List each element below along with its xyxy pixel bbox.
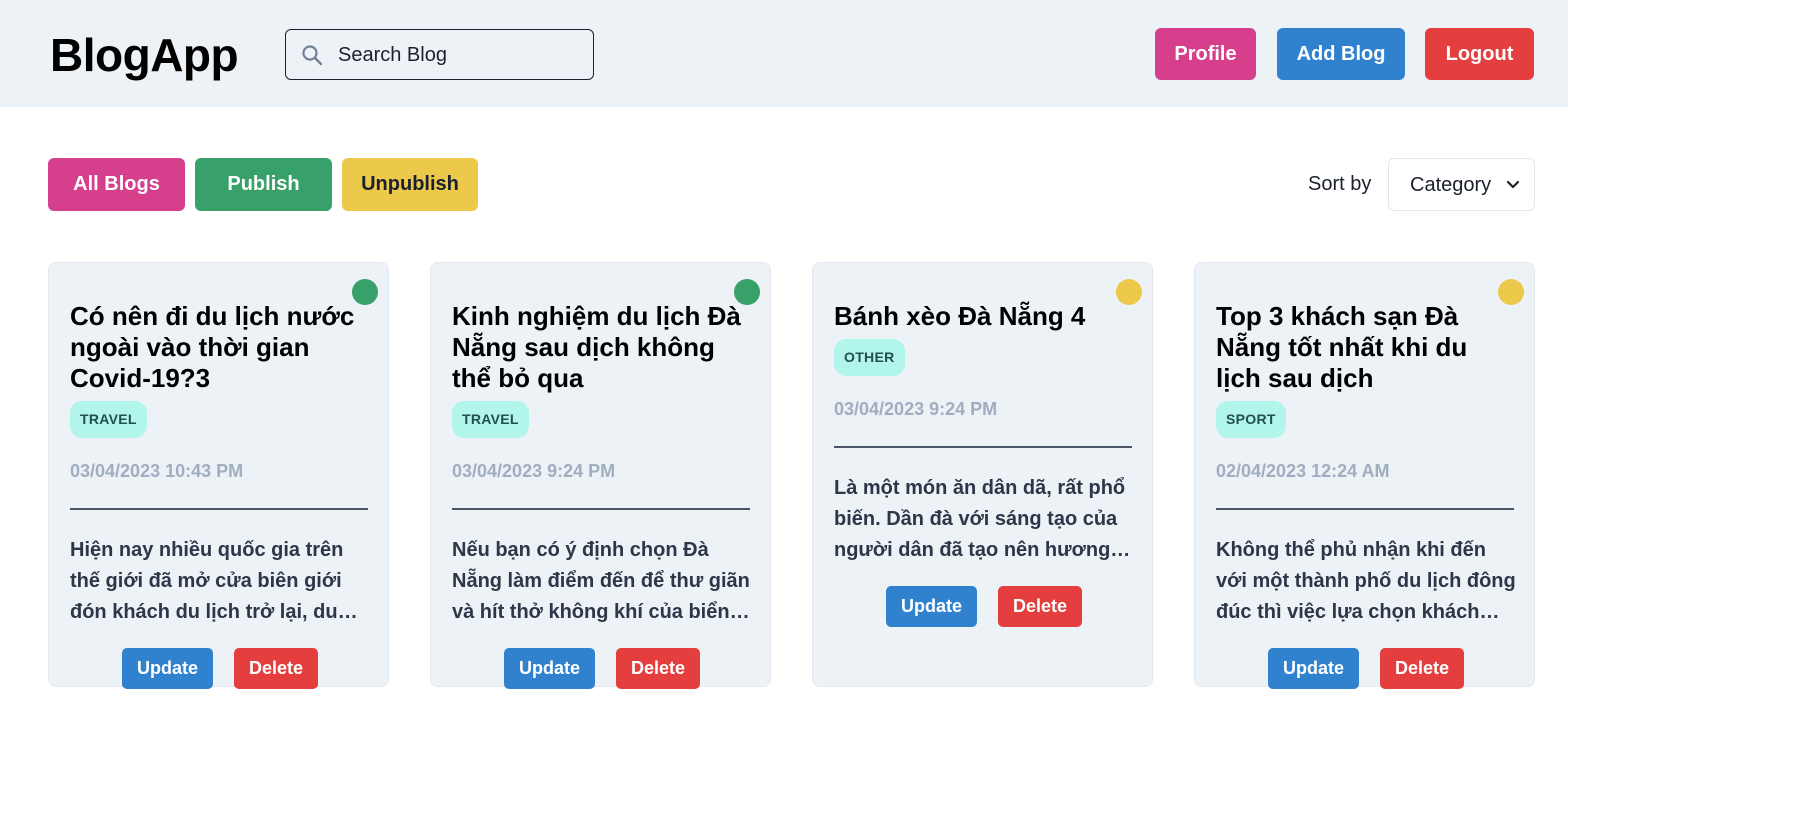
category-badge: TRAVEL [452, 401, 529, 438]
blog-card: Bánh xèo Đà Nẵng 4 OTHER 03/04/2023 9:24… [812, 262, 1153, 687]
update-button[interactable]: Update [122, 648, 213, 689]
blog-description: Là một món ăn dân dã, rất phổ biến. Dần … [834, 477, 1133, 561]
delete-button[interactable]: Delete [998, 586, 1082, 627]
blog-title: Kinh nghiệm du lịch Đà Nẵng sau dịch khô… [452, 301, 741, 393]
top-navbar: BlogApp Profile Add Blog Logout [0, 0, 1568, 107]
update-button[interactable]: Update [886, 586, 977, 627]
blog-date: 03/04/2023 9:24 PM [452, 461, 616, 481]
delete-button[interactable]: Delete [234, 648, 318, 689]
blog-description: Không thể phủ nhận khi đến với một thành… [1216, 539, 1516, 623]
update-button[interactable]: Update [504, 648, 595, 689]
divider [70, 508, 368, 510]
divider [834, 446, 1132, 448]
blog-card: Có nên đi du lịch nước ngoài vào thời gi… [48, 262, 389, 689]
blog-title: Bánh xèo Đà Nẵng 4 [834, 301, 1086, 331]
delete-button[interactable]: Delete [616, 648, 700, 689]
divider [452, 508, 750, 510]
blog-date: 02/04/2023 12:24 AM [1216, 461, 1390, 481]
search-input[interactable] [338, 40, 578, 70]
blog-description: Hiện nay nhiều quốc gia trên thế giới đã… [70, 539, 344, 623]
search-icon [302, 45, 323, 66]
blog-date: 03/04/2023 10:43 PM [70, 461, 244, 481]
app-logo[interactable]: BlogApp [50, 28, 239, 82]
logout-button[interactable]: Logout [1425, 28, 1534, 80]
sort-select[interactable]: Category [1388, 158, 1535, 211]
delete-button[interactable]: Delete [1380, 648, 1464, 689]
category-badge: TRAVEL [70, 401, 147, 438]
blog-title: Top 3 khách sạn Đà Nẵng tốt nhất khi du … [1216, 301, 1468, 393]
publish-filter-button[interactable]: Publish [195, 158, 332, 211]
category-badge: SPORT [1216, 401, 1286, 438]
sort-label: Sort by [1308, 173, 1372, 195]
search-box[interactable] [285, 29, 594, 80]
unpublish-filter-button[interactable]: Unpublish [342, 158, 478, 211]
divider [1216, 508, 1514, 510]
add-blog-button[interactable]: Add Blog [1277, 28, 1405, 80]
blog-card: Top 3 khách sạn Đà Nẵng tốt nhất khi du … [1194, 262, 1535, 689]
blog-card: Kinh nghiệm du lịch Đà Nẵng sau dịch khô… [430, 262, 771, 689]
update-button[interactable]: Update [1268, 648, 1359, 689]
blog-date: 03/04/2023 9:24 PM [834, 399, 998, 419]
blog-description: Nếu bạn có ý định chọn Đà Nẵng làm điểm … [452, 539, 750, 623]
blog-title: Có nên đi du lịch nước ngoài vào thời gi… [70, 301, 355, 393]
all-blogs-filter-button[interactable]: All Blogs [48, 158, 185, 211]
chevron-down-icon [1506, 180, 1520, 189]
profile-button[interactable]: Profile [1155, 28, 1256, 80]
sort-selected-value: Category [1410, 174, 1492, 196]
category-badge: OTHER [834, 339, 905, 376]
